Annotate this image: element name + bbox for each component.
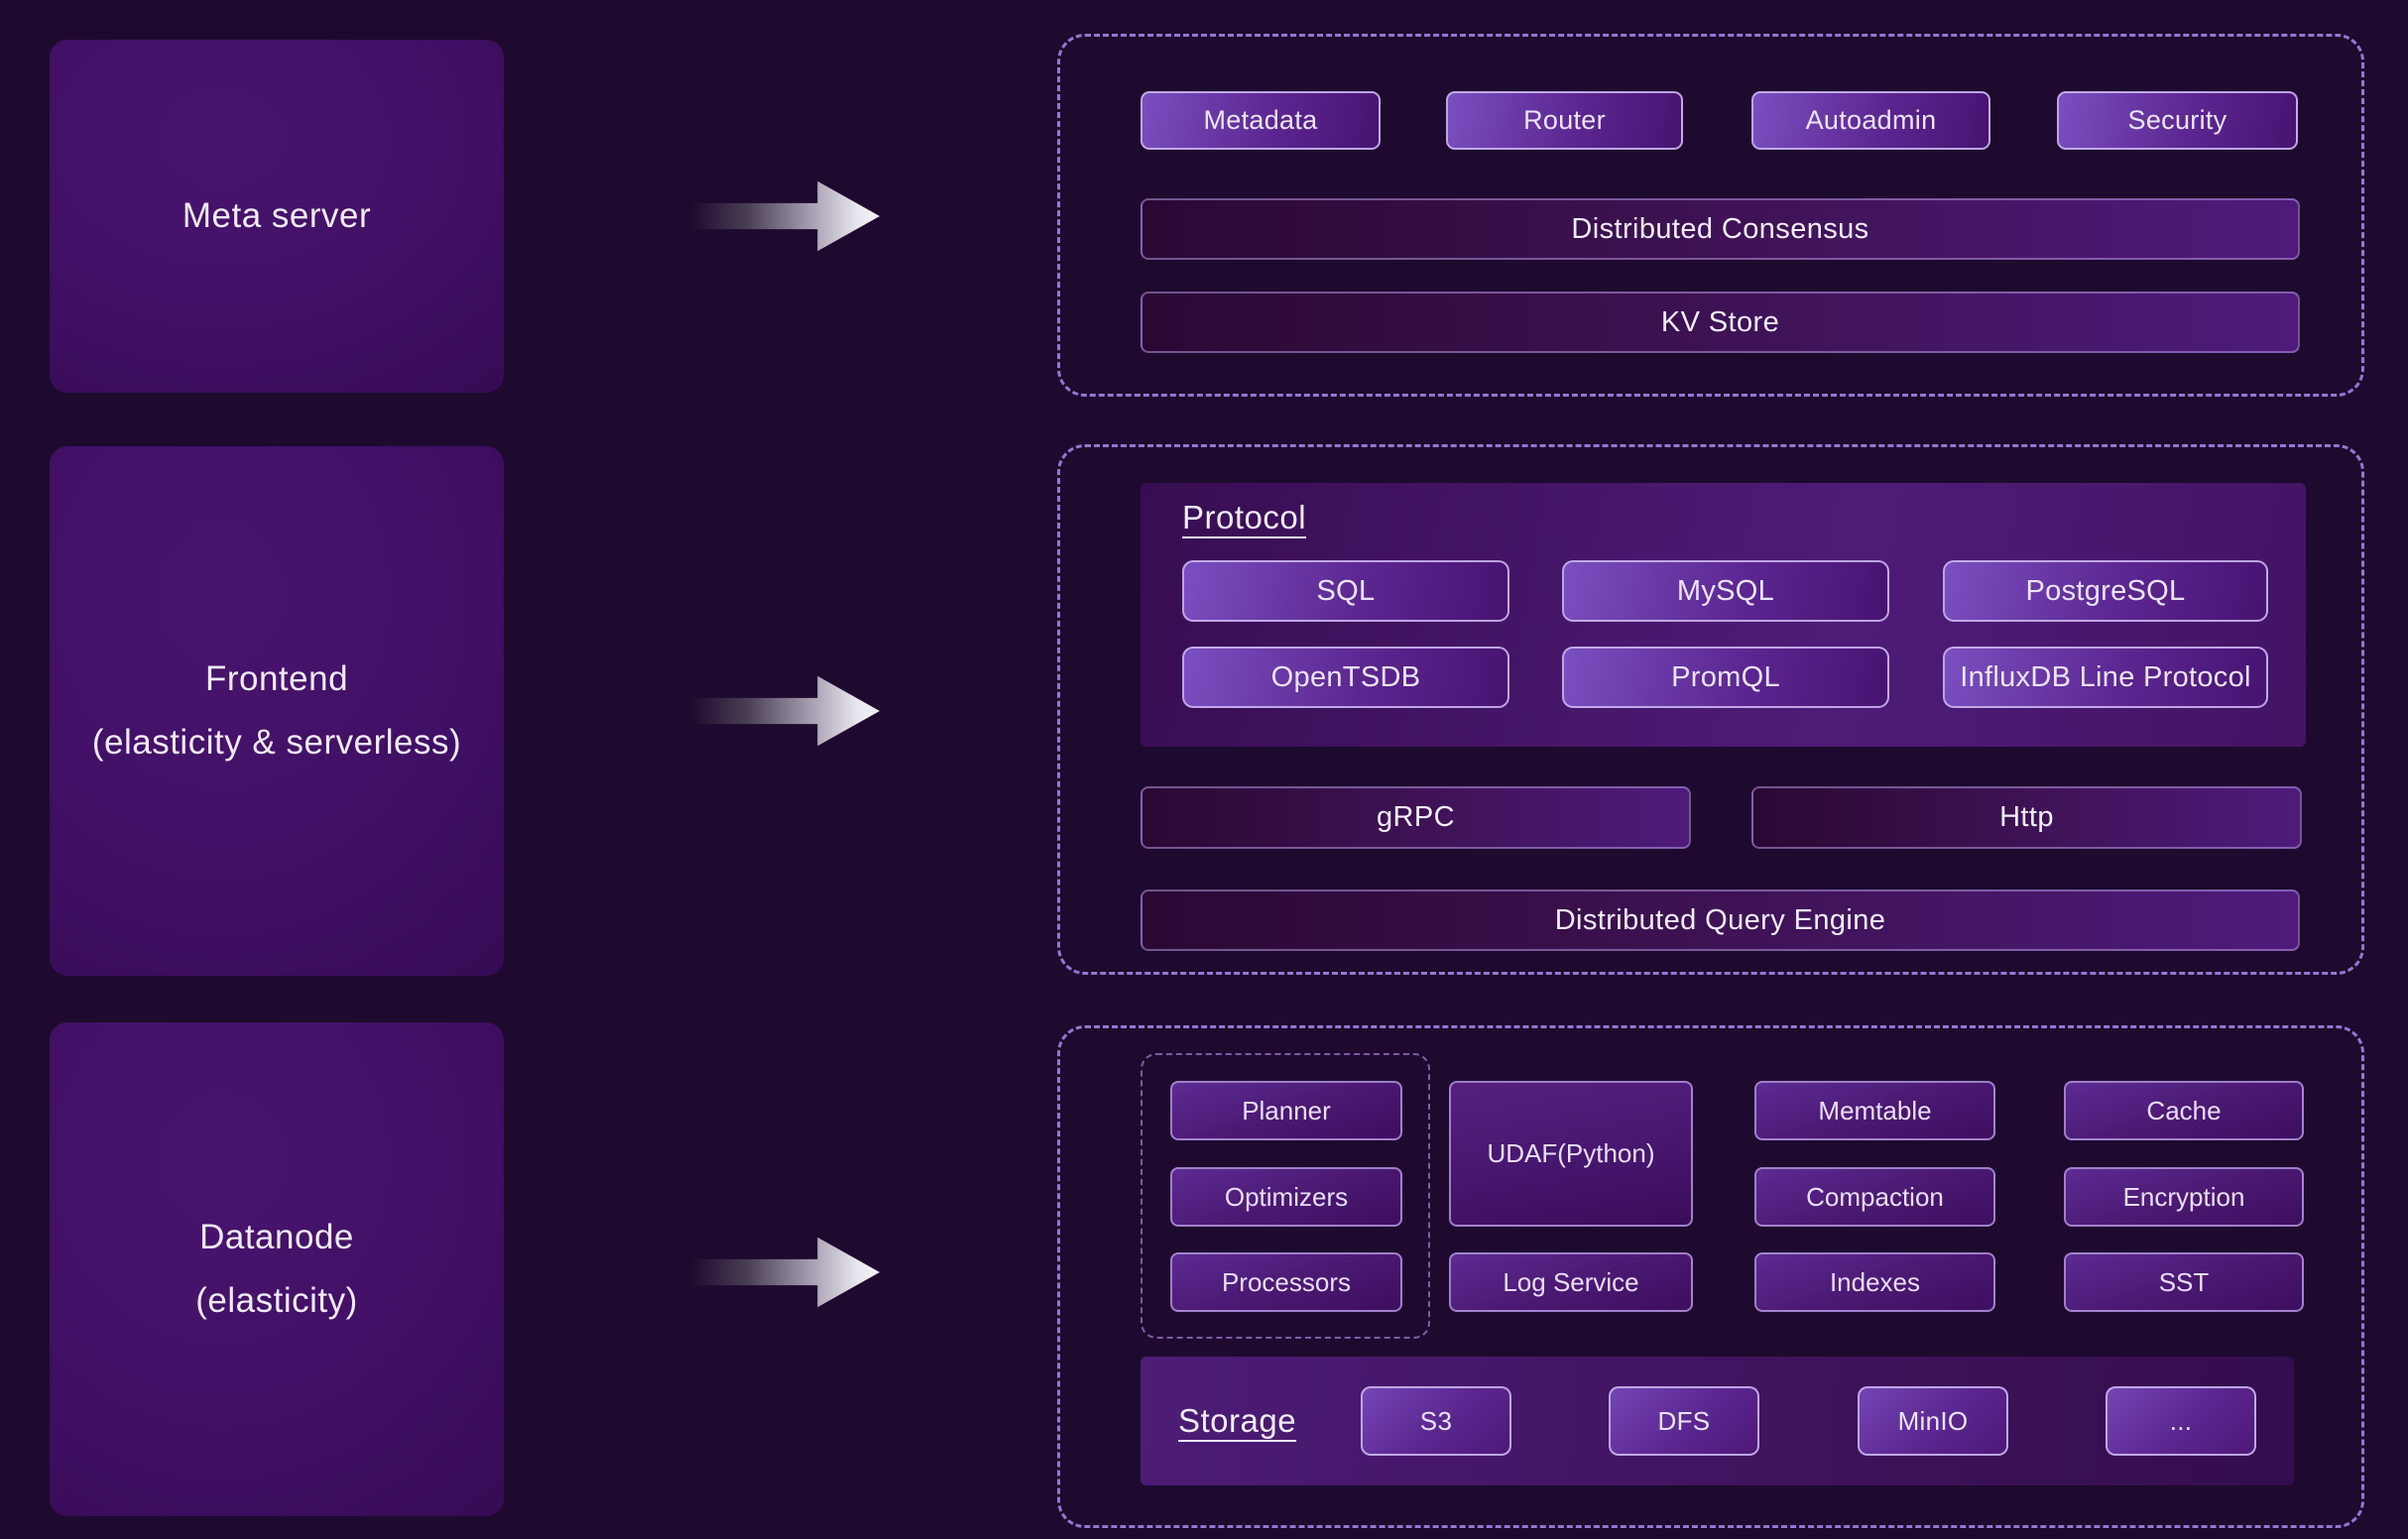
- datanode-sublabel: (elasticity): [195, 1269, 358, 1333]
- security-node: Security: [2057, 91, 2298, 150]
- processors-node: Processors: [1170, 1252, 1402, 1312]
- postgresql-node: PostgreSQL: [1943, 560, 2268, 622]
- compaction-node: Compaction: [1754, 1167, 1995, 1227]
- grpc-bar: gRPC: [1141, 786, 1691, 849]
- router-node: Router: [1446, 91, 1683, 150]
- protocol-panel: Protocol SQL MySQL PostgreSQL OpenTSDB P…: [1141, 483, 2306, 747]
- protocol-title: Protocol: [1182, 499, 1306, 536]
- storage-panel: Storage S3 DFS MinIO ...: [1141, 1357, 2294, 1485]
- promql-node: PromQL: [1562, 647, 1889, 708]
- meta-server-container: Metadata Router Autoadmin Security Distr…: [1057, 34, 2364, 397]
- distributed-consensus-bar: Distributed Consensus: [1141, 198, 2300, 260]
- frontend-sublabel: (elasticity & serverless): [92, 711, 461, 774]
- opentsdb-node: OpenTSDB: [1182, 647, 1509, 708]
- right-arrow-icon: [691, 670, 880, 752]
- storage-title: Storage: [1178, 1402, 1296, 1440]
- encryption-node: Encryption: [2064, 1167, 2304, 1227]
- meta-server-label: Meta server: [182, 184, 371, 248]
- datanode-container: Planner Optimizers Processors UDAF(Pytho…: [1057, 1025, 2364, 1528]
- influxdb-line-protocol-node: InfluxDB Line Protocol: [1943, 647, 2268, 708]
- distributed-query-engine-bar: Distributed Query Engine: [1141, 889, 2300, 951]
- frontend-box: Frontend (elasticity & serverless): [50, 446, 504, 976]
- indexes-node: Indexes: [1754, 1252, 1995, 1312]
- frontend-label: Frontend: [205, 648, 348, 711]
- planner-node: Planner: [1170, 1081, 1402, 1140]
- log-service-node: Log Service: [1449, 1252, 1693, 1312]
- cache-node: Cache: [2064, 1081, 2304, 1140]
- sql-node: SQL: [1182, 560, 1509, 622]
- autoadmin-node: Autoadmin: [1751, 91, 1990, 150]
- minio-node: MinIO: [1858, 1386, 2008, 1456]
- datanode-label: Datanode: [199, 1206, 354, 1269]
- right-arrow-icon: [691, 176, 880, 257]
- udaf-python-node: UDAF(Python): [1449, 1081, 1693, 1227]
- dfs-node: DFS: [1609, 1386, 1759, 1456]
- optimizers-node: Optimizers: [1170, 1167, 1402, 1227]
- s3-node: S3: [1361, 1386, 1511, 1456]
- right-arrow-icon: [691, 1232, 880, 1313]
- architecture-diagram: Meta server Frontend (elasticity & serve…: [0, 0, 2408, 1539]
- ellipsis-node: ...: [2106, 1386, 2256, 1456]
- sst-node: SST: [2064, 1252, 2304, 1312]
- memtable-node: Memtable: [1754, 1081, 1995, 1140]
- datanode-box: Datanode (elasticity): [50, 1022, 504, 1516]
- kv-store-bar: KV Store: [1141, 292, 2300, 353]
- metadata-node: Metadata: [1141, 91, 1381, 150]
- meta-server-box: Meta server: [50, 40, 504, 393]
- frontend-container: Protocol SQL MySQL PostgreSQL OpenTSDB P…: [1057, 444, 2364, 975]
- mysql-node: MySQL: [1562, 560, 1889, 622]
- http-bar: Http: [1751, 786, 2302, 849]
